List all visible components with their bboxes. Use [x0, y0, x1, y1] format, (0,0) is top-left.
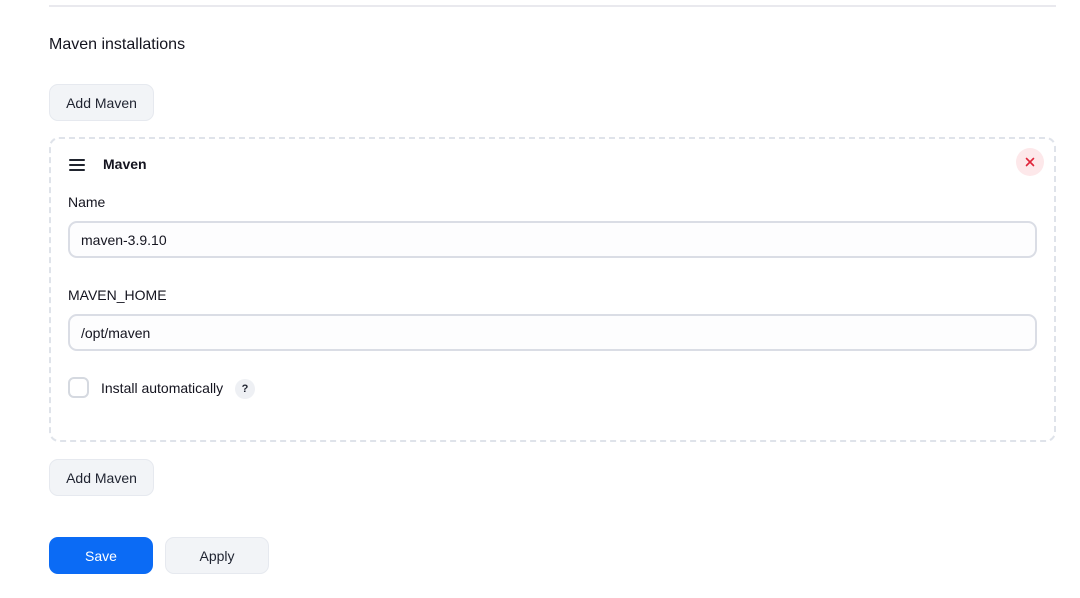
section-divider: [49, 5, 1056, 7]
maven-home-input[interactable]: [68, 314, 1037, 351]
section-title: Maven installations: [49, 36, 186, 53]
add-maven-button-bottom[interactable]: Add Maven: [49, 459, 154, 496]
drag-handle-icon[interactable]: [69, 159, 85, 171]
install-automatically-label[interactable]: Install automatically: [101, 380, 223, 396]
name-input[interactable]: [68, 221, 1037, 258]
maven-home-label: MAVEN_HOME: [68, 287, 167, 303]
apply-button[interactable]: Apply: [165, 537, 269, 574]
name-label: Name: [68, 194, 106, 210]
installation-title: Maven: [103, 156, 147, 172]
delete-installation-button[interactable]: [1016, 148, 1044, 176]
save-button[interactable]: Save: [49, 537, 153, 574]
install-automatically-checkbox[interactable]: [68, 377, 89, 398]
close-icon: [1025, 157, 1035, 167]
add-maven-button[interactable]: Add Maven: [49, 84, 154, 121]
help-icon[interactable]: ?: [235, 379, 255, 399]
maven-installation-card: Maven Name MAVEN_HOME Install automatica…: [49, 137, 1056, 442]
